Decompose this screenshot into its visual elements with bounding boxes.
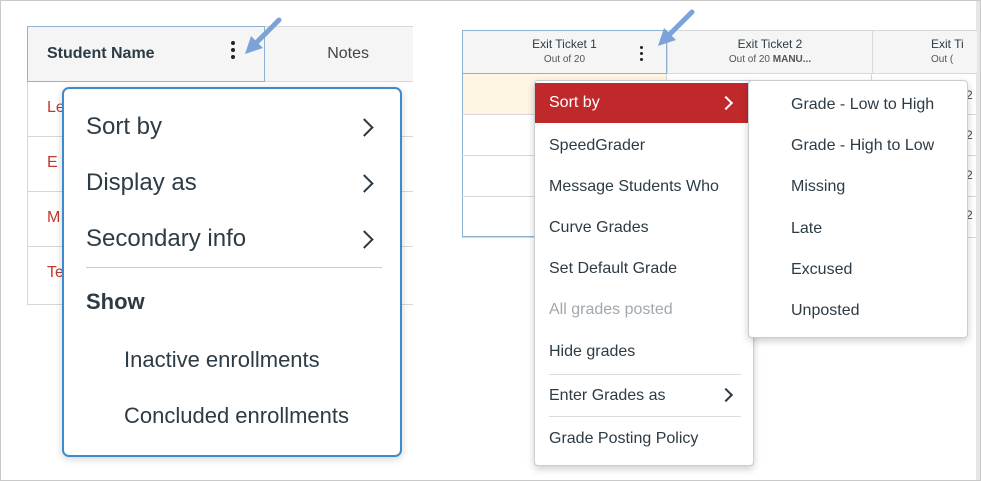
menu-item-enter-grades-as[interactable]: Enter Grades as <box>535 375 753 416</box>
chevron-right-icon <box>718 95 734 111</box>
menu-item-display-as[interactable]: Display as <box>86 169 197 197</box>
chevron-right-icon <box>355 118 374 137</box>
menu-item-label: Secondary info <box>86 225 247 252</box>
column-points-value: Out of 20 <box>728 54 770 65</box>
submenu-item-grade-low-to-high[interactable]: Grade - Low to High <box>749 84 967 125</box>
menu-item-label: Curve Grades <box>549 219 649 236</box>
menu-item-label: Sort by <box>549 94 600 111</box>
submenu-item-missing[interactable]: Missing <box>749 166 967 207</box>
menu-item-label: Display as <box>86 169 197 196</box>
exit-ticket-1-column-header[interactable]: Exit Ticket 1 Out of 20 <box>462 30 667 74</box>
menu-item-all-grades-posted: All grades posted <box>535 289 753 330</box>
student-name-options-menu: Sort by Display as Secondary info Show I… <box>62 87 402 457</box>
submenu-item-label: Grade - Low to High <box>791 96 935 113</box>
submenu-item-grade-high-to-low[interactable]: Grade - High to Low <box>749 125 967 166</box>
chevron-right-icon <box>355 230 374 249</box>
column-title: Exit Ticket 1 <box>532 37 597 51</box>
exit-ticket-2-column-header[interactable]: Exit Ticket 2 Out of 20 MANU... <box>667 30 872 74</box>
assignment-options-menu: Sort by SpeedGrader Message Students Who… <box>534 80 754 466</box>
menu-item-sort-by[interactable]: Sort by <box>86 113 162 141</box>
menu-item-label: Set Default Grade <box>549 260 678 277</box>
submenu-item-unposted[interactable]: Unposted <box>749 290 967 331</box>
column-title: Exit Ticket 2 <box>737 37 803 51</box>
column-points: Out ( <box>931 54 954 65</box>
pointer-arrow-icon <box>245 17 282 54</box>
exit-ticket-3-column-header[interactable]: Exit Ti Out ( <box>872 30 977 74</box>
menu-item-sort-by[interactable]: Sort by <box>535 83 753 123</box>
menu-item-set-default-grade[interactable]: Set Default Grade <box>535 248 753 289</box>
column-title: Exit Ti <box>931 37 964 51</box>
menu-item-grade-posting-policy[interactable]: Grade Posting Policy <box>535 418 753 459</box>
pointer-arrow-icon <box>658 9 695 46</box>
column-points: Out of 20 <box>543 54 586 65</box>
menu-item-concluded-enrollments[interactable]: Concluded enrollments <box>124 403 349 429</box>
menu-item-label: All grades posted <box>549 301 673 318</box>
student-name-options-kebab-icon[interactable] <box>231 41 237 62</box>
menu-item-message-students[interactable]: Message Students Who <box>535 166 753 207</box>
student-name-link[interactable]: M <box>47 209 60 227</box>
chevron-right-icon <box>718 387 734 403</box>
menu-item-label: Message Students Who <box>549 178 719 195</box>
menu-item-label: Sort by <box>86 113 163 140</box>
menu-divider <box>549 416 741 417</box>
notes-header-label: Notes <box>327 45 369 62</box>
submenu-item-label: Late <box>791 220 823 237</box>
sort-by-submenu: Grade - Low to High Grade - High to Low … <box>748 80 968 338</box>
chevron-right-icon <box>355 174 374 193</box>
menu-item-hide-grades[interactable]: Hide grades <box>535 331 753 372</box>
menu-item-speedgrader[interactable]: SpeedGrader <box>535 125 753 166</box>
submenu-item-label: Grade - High to Low <box>791 137 935 154</box>
menu-item-secondary-info[interactable]: Secondary info <box>86 225 246 253</box>
notes-column-header[interactable]: Notes <box>265 26 413 82</box>
exit-ticket-options-kebab-icon[interactable] <box>640 46 646 64</box>
menu-item-inactive-enrollments[interactable]: Inactive enrollments <box>124 347 320 373</box>
submenu-item-label: Unposted <box>791 302 860 319</box>
student-name-column-header[interactable]: Student Name <box>27 26 265 82</box>
menu-item-label: Grade Posting Policy <box>549 430 699 447</box>
submenu-item-label: Excused <box>791 261 853 278</box>
student-name-header-label: Student Name <box>47 45 155 62</box>
show-section-heading: Show <box>86 289 145 314</box>
student-name-link[interactable]: E <box>47 154 58 172</box>
menu-item-label: Enter Grades as <box>549 387 666 404</box>
menu-item-label: SpeedGrader <box>549 137 646 154</box>
submenu-item-late[interactable]: Late <box>749 208 967 249</box>
menu-item-label: Hide grades <box>549 343 636 360</box>
column-points: Out of 20 MANU... <box>668 52 872 68</box>
menu-item-curve-grades[interactable]: Curve Grades <box>535 207 753 248</box>
menu-divider <box>86 267 382 268</box>
column-manual-label: MANU... <box>772 54 812 65</box>
submenu-item-excused[interactable]: Excused <box>749 249 967 290</box>
submenu-item-label: Missing <box>791 178 846 195</box>
